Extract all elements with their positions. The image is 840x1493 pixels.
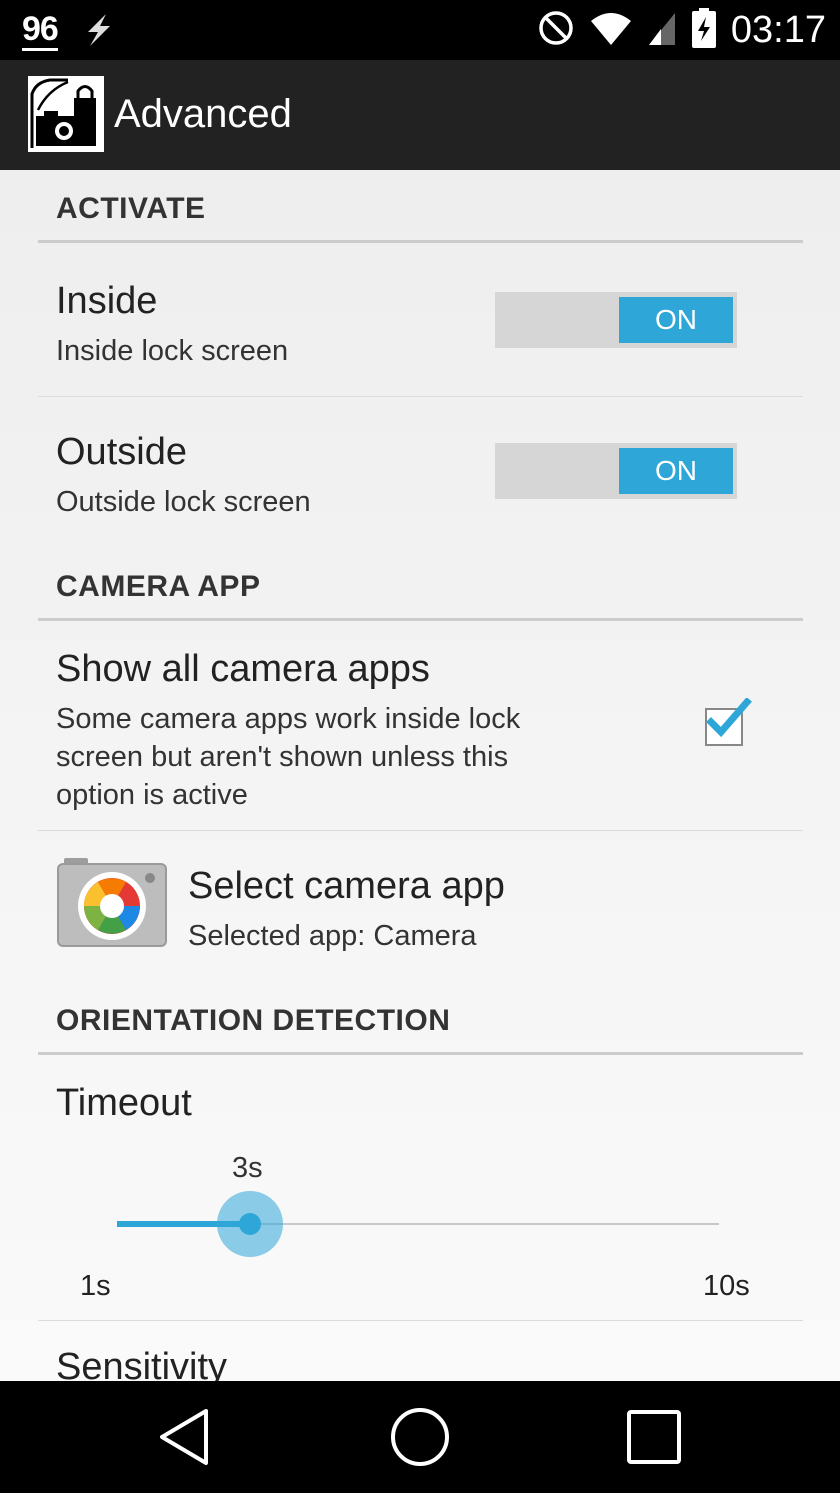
battery-percent: 96	[22, 10, 59, 51]
show-all-checkbox[interactable]	[705, 698, 752, 746]
pref-inside-title: Inside	[56, 280, 158, 322]
pref-show-all-subtitle-line3: option is active	[56, 779, 248, 811]
home-icon[interactable]	[388, 1405, 452, 1469]
section-divider	[38, 1052, 803, 1055]
slider-min-label: 1s	[80, 1270, 111, 1302]
divider	[38, 396, 803, 397]
settings-list[interactable]: ACTIVATE Inside Inside lock screen ON Ou…	[0, 170, 840, 1381]
page-title: Advanced	[114, 92, 292, 136]
wifi-icon	[589, 9, 633, 52]
do-not-disturb-icon	[537, 9, 575, 52]
section-header-activate: ACTIVATE	[56, 192, 206, 225]
recents-icon[interactable]	[622, 1405, 686, 1469]
toggle-thumb: ON	[619, 448, 733, 494]
section-header-camera-app: CAMERA APP	[56, 570, 261, 603]
pref-show-all-subtitle-line2: screen but aren't shown unless this	[56, 741, 509, 773]
pref-inside-subtitle: Inside lock screen	[56, 335, 289, 367]
pref-outside-subtitle: Outside lock screen	[56, 486, 311, 518]
pref-timeout-title: Timeout	[56, 1082, 192, 1124]
pref-select-camera-subtitle: Selected app: Camera	[188, 920, 477, 952]
battery-charging-icon	[691, 7, 717, 54]
pref-select-camera-title: Select camera app	[188, 865, 505, 907]
outside-toggle[interactable]: ON	[495, 443, 737, 499]
navigation-bar	[0, 1381, 840, 1493]
slider-value-label: 3s	[232, 1152, 263, 1184]
back-icon[interactable]	[152, 1405, 216, 1469]
app-lock-camera-icon[interactable]	[28, 76, 104, 152]
section-divider	[38, 240, 803, 243]
section-header-orientation: ORIENTATION DETECTION	[56, 1004, 451, 1037]
checkmark-icon	[706, 698, 752, 738]
toggle-thumb: ON	[619, 297, 733, 343]
slider-thumb[interactable]	[239, 1213, 261, 1235]
signal-icon	[647, 9, 677, 52]
bolt-icon	[78, 10, 118, 55]
clock: 03:17	[730, 8, 826, 51]
pref-show-all-subtitle-line1: Some camera apps work inside lock	[56, 703, 521, 735]
pref-show-all-title: Show all camera apps	[56, 648, 430, 690]
pref-sensitivity-title: Sensitivity	[56, 1346, 228, 1381]
action-bar: Advanced	[0, 60, 840, 170]
pref-outside-title: Outside	[56, 431, 187, 473]
status-bar: 96 03:17	[0, 0, 840, 60]
slider-max-label: 10s	[703, 1270, 750, 1302]
section-divider	[38, 618, 803, 621]
inside-toggle[interactable]: ON	[495, 292, 737, 348]
divider	[38, 1320, 803, 1321]
camera-app-icon	[56, 858, 168, 950]
divider	[38, 830, 803, 831]
